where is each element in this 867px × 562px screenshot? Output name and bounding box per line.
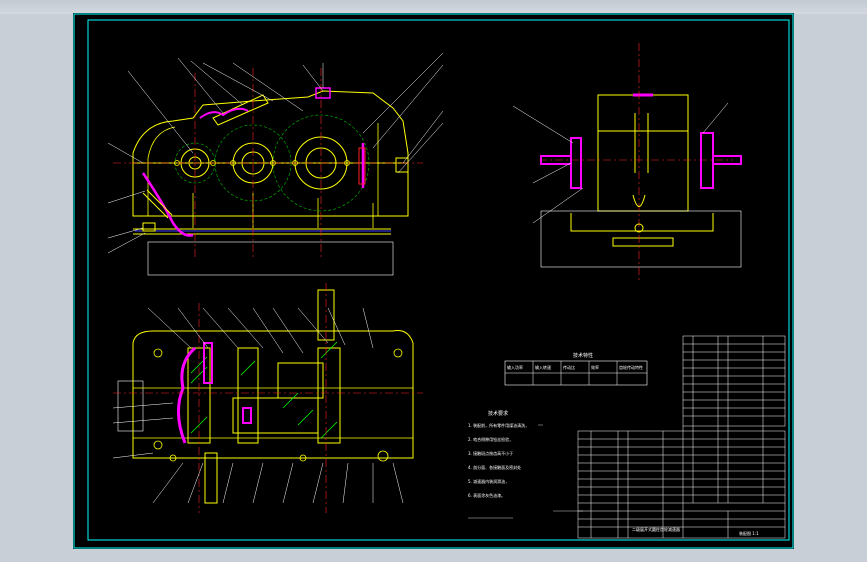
tech-req-item: 4. 剖分面、各接触面及密封处 bbox=[468, 464, 521, 470]
tech-req-title: 技术要求 bbox=[488, 410, 508, 417]
tech-req-item: 2. 啮合侧隙用铅丝检验， bbox=[468, 436, 513, 442]
spec-header-ratio: 传动比 bbox=[563, 364, 575, 370]
parts-list bbox=[577, 335, 786, 539]
tech-req-item: 6. 表面涂灰色油漆。 bbox=[468, 492, 505, 498]
tech-req-item: 1. 装配前，所有零件用煤油清洗， bbox=[468, 422, 529, 428]
side-view bbox=[512, 43, 742, 283]
title-block-drawing-number: 装配图 1:1 bbox=[739, 530, 759, 536]
spec-header-speed: 输入转速 bbox=[535, 364, 551, 370]
spec-header-gear: 齿轮传动特性 bbox=[619, 364, 643, 370]
cad-drawing: 技术特性 输入功率 输入转速 传动比 效率 齿轮传动特性 技术要求 1. 装配前… bbox=[73, 13, 794, 549]
outer-frame bbox=[73, 13, 794, 549]
tech-req-item: 3. 接触斑点按齿高不小于 bbox=[468, 450, 513, 456]
spec-table-title: 技术特性 bbox=[573, 352, 593, 359]
tech-requirements: 技术要求 1. 装配前，所有零件用煤油清洗， 2. 啮合侧隙用铅丝检验， 3. … bbox=[468, 410, 583, 519]
spec-header-efficiency: 效率 bbox=[591, 364, 599, 370]
window-background bbox=[0, 0, 867, 14]
drawing-sheet: 技术特性 输入功率 输入转速 传动比 效率 齿轮传动特性 技术要求 1. 装配前… bbox=[73, 13, 794, 549]
spec-header-power: 输入功率 bbox=[507, 364, 523, 370]
front-view bbox=[107, 52, 444, 276]
spec-table: 技术特性 输入功率 输入转速 传动比 效率 齿轮传动特性 bbox=[504, 352, 648, 386]
title-block-drawing-title: 二级展开式圆柱齿轮减速器 bbox=[632, 526, 680, 532]
plan-view bbox=[112, 283, 423, 513]
inner-frame bbox=[87, 19, 790, 541]
tech-req-item: 5. 减速器内装润滑油， bbox=[468, 478, 509, 484]
